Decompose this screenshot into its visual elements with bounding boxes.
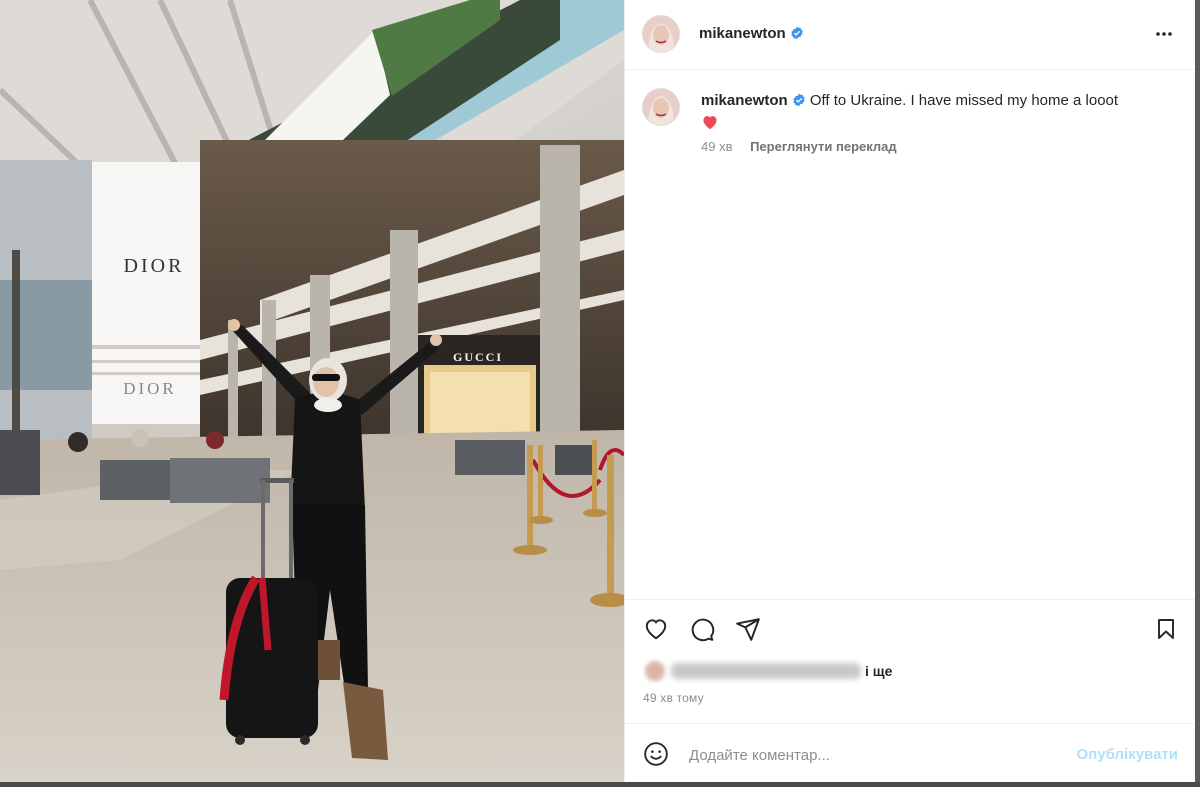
caption-age: 49 хв — [701, 139, 733, 154]
caption-text: mikanewton Off to Ukraine. I have missed… — [701, 90, 1171, 134]
verified-badge-icon — [790, 26, 803, 40]
author-avatar[interactable] — [643, 16, 679, 52]
bookmark-icon[interactable] — [1154, 616, 1178, 642]
publish-comment-button[interactable]: Опублікувати — [1077, 746, 1178, 763]
caption-meta: 49 хв Переглянути переклад — [701, 139, 897, 154]
heart-icon[interactable] — [643, 616, 669, 642]
likes-suffix[interactable]: і ще — [865, 663, 892, 679]
post-panel: mikanewton mikanewton Off to Ukraine. I … — [624, 0, 1196, 782]
background-strip-bottom — [0, 782, 1200, 787]
post-photo[interactable]: GUCCI DIOR DIOR — [0, 0, 624, 782]
author-username-text[interactable]: mikanewton — [699, 25, 786, 42]
liker-avatar-blurred — [645, 661, 665, 681]
post-age[interactable]: 49 хв тому — [643, 691, 704, 705]
more-options-icon[interactable] — [1152, 22, 1176, 46]
caption-avatar[interactable] — [643, 89, 679, 125]
background-strip-right — [1195, 0, 1200, 787]
translate-link[interactable]: Переглянути переклад — [750, 139, 897, 154]
paper-plane-icon[interactable] — [735, 616, 761, 642]
post-header: mikanewton — [625, 0, 1196, 70]
comment-input[interactable] — [687, 742, 1061, 768]
action-bar — [625, 600, 1196, 658]
dior-tower: DIOR DIOR — [92, 162, 200, 424]
caption-username[interactable]: mikanewton — [701, 92, 788, 109]
likes-line[interactable]: і ще — [645, 661, 892, 681]
dior-sign-top: DIOR — [124, 255, 185, 277]
caption-area: mikanewton Off to Ukraine. I have missed… — [625, 70, 1196, 600]
verified-badge-icon — [792, 93, 805, 107]
liker-name-blurred — [671, 663, 861, 679]
dior-sign-bottom: DIOR — [123, 379, 177, 398]
comment-bar: Опублікувати — [625, 723, 1196, 783]
smiley-icon[interactable] — [643, 741, 669, 767]
heart-emoji — [703, 116, 717, 130]
caption-body: Off to Ukraine. I have missed my home a … — [809, 92, 1119, 109]
gucci-store: GUCCI — [418, 335, 540, 445]
author-username[interactable]: mikanewton — [699, 25, 804, 42]
gucci-sign: GUCCI — [453, 350, 503, 364]
comment-icon[interactable] — [689, 616, 715, 642]
